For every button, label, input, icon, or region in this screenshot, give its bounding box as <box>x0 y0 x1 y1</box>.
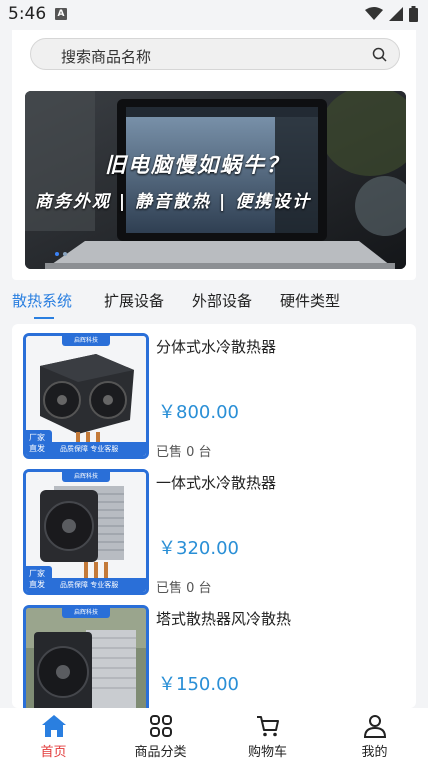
product-name[interactable]: 一体式水冷散热器 <box>156 472 276 493</box>
thumb-brand-tag: 启辉科技 <box>62 336 110 346</box>
search-input[interactable]: 搜索商品名称 <box>61 46 151 67</box>
product-price: ￥320.00 <box>158 538 239 559</box>
battery-icon <box>409 6 418 22</box>
category-grid-icon[interactable] <box>149 714 173 738</box>
tab-hardware-types[interactable]: 硬件类型 <box>280 290 340 311</box>
product-price: ￥150.00 <box>158 674 239 695</box>
product-name[interactable]: 塔式散热器风冷散热 <box>156 608 291 629</box>
wifi-icon <box>365 7 383 20</box>
active-tab-indicator <box>34 317 54 319</box>
product-thumbnail[interactable]: 启辉科技 <box>23 605 149 708</box>
home-icon[interactable] <box>41 714 67 738</box>
banner-subtitle: 商务外观 | 静音散热 | 便携设计 <box>35 192 312 212</box>
bottom-navigation: 首页 商品分类 购物车 我的 <box>0 708 428 762</box>
tab-cooling-system[interactable]: 散热系统 <box>12 290 72 311</box>
banner-pager[interactable] <box>55 252 67 256</box>
product-item[interactable]: 启辉科技 品质保障 专业客服 厂家直发 一体式水冷散热器 ￥320.00 已售 … <box>12 460 416 596</box>
nav-cart-label: 购物车 <box>247 745 287 760</box>
product-list: 启辉科技 品质保障 专业客服 厂家直发 分体式水冷散热器 ￥800.00 已售 … <box>12 324 416 708</box>
cart-icon[interactable] <box>256 714 280 738</box>
nav-profile[interactable]: 我的 <box>321 708 428 762</box>
banner-dot-1[interactable] <box>55 252 59 256</box>
product-name[interactable]: 分体式水冷散热器 <box>156 336 276 357</box>
thumb-factory-badge: 厂家直发 <box>26 566 52 592</box>
nav-cart[interactable]: 购物车 <box>214 708 321 762</box>
thumb-factory-badge: 厂家直发 <box>26 430 52 456</box>
nav-profile-label: 我的 <box>361 745 388 760</box>
status-icons <box>365 6 418 22</box>
search-icon[interactable] <box>372 47 387 62</box>
nav-home-label: 首页 <box>40 745 67 760</box>
nav-home[interactable]: 首页 <box>0 708 107 762</box>
promo-banner[interactable]: 旧电脑慢如蜗牛？ 商务外观 | 静音散热 | 便携设计 <box>25 91 406 269</box>
banner-title: 旧电脑慢如蜗牛？ <box>105 153 289 177</box>
status-bar: 5:46 A <box>0 0 428 30</box>
status-time: 5:46 <box>8 4 47 24</box>
banner-laptop-image <box>25 91 406 269</box>
product-sold-count: 已售 0 台 <box>156 581 212 596</box>
product-sold-count: 已售 0 台 <box>156 445 212 460</box>
banner-dot-2[interactable] <box>63 252 67 256</box>
tab-expansion-devices[interactable]: 扩展设备 <box>104 290 164 311</box>
tab-external-devices[interactable]: 外部设备 <box>192 290 252 311</box>
product-thumbnail[interactable]: 启辉科技 品质保障 专业客服 厂家直发 <box>23 469 149 595</box>
category-tabs: 散热系统 扩展设备 外部设备 硬件类型 <box>0 286 428 322</box>
product-item[interactable]: 启辉科技 品质保障 专业客服 厂家直发 分体式水冷散热器 ￥800.00 已售 … <box>12 324 416 460</box>
product-item[interactable]: 启辉科技 塔式散热器风冷散热 ￥150.00 <box>12 596 416 708</box>
thumb-brand-tag: 启辉科技 <box>62 472 110 482</box>
product-price: ￥800.00 <box>158 402 239 423</box>
nav-categories[interactable]: 商品分类 <box>107 708 214 762</box>
user-icon[interactable] <box>363 714 387 738</box>
thumb-brand-tag: 启辉科技 <box>62 608 110 618</box>
search-bar[interactable]: 搜索商品名称 <box>30 38 400 70</box>
app-notification-icon: A <box>55 8 67 20</box>
header-card: 搜索商品名称 旧电脑慢如蜗牛？ 商务外观 | 静音散热 | 便携设计 <box>12 30 416 280</box>
nav-categories-label: 商品分类 <box>134 745 187 760</box>
product-thumbnail[interactable]: 启辉科技 品质保障 专业客服 厂家直发 <box>23 333 149 459</box>
cooler-image <box>26 608 146 708</box>
signal-icon <box>389 7 403 21</box>
